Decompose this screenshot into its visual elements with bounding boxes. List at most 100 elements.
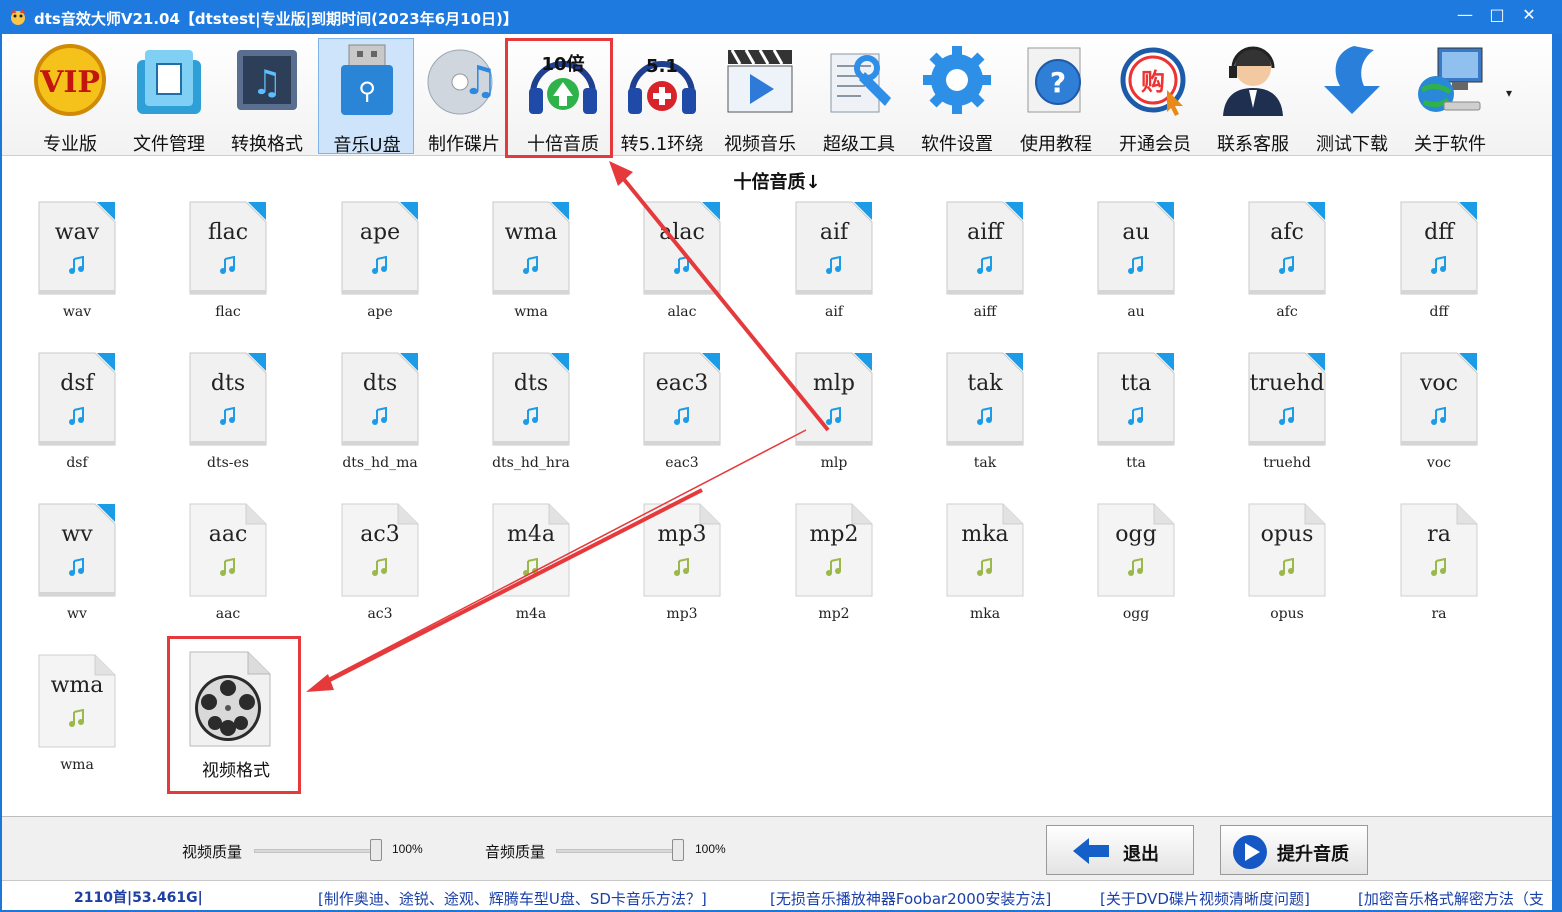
music-note-icon	[1128, 256, 1143, 274]
format-item-mp3[interactable]: mp3 mp3	[617, 502, 727, 642]
toolbar-item-download-arrow[interactable]: 测试下载	[1304, 38, 1400, 155]
format-item-voc[interactable]: voc voc	[1374, 351, 1484, 491]
video-quality-slider[interactable]	[370, 839, 382, 861]
format-item-dts_hd_ma[interactable]: dts dts_hd_ma	[315, 351, 425, 491]
format-item-mlp[interactable]: mlp mlp	[769, 351, 879, 491]
format-item-flac[interactable]: flac flac	[163, 200, 273, 340]
format-item-dsf[interactable]: dsf dsf	[12, 351, 122, 491]
format-item-dff[interactable]: dff dff	[1374, 200, 1484, 340]
svg-text:?: ?	[1050, 66, 1066, 99]
file-document-icon	[189, 352, 267, 446]
toolbar-item-usb-drive[interactable]: ⚲ 音乐U盘	[318, 38, 414, 156]
file-document-icon	[189, 201, 267, 295]
format-item-aac[interactable]: aac aac	[163, 502, 273, 642]
toolbar-item-tenx-quality[interactable]: 10倍 十倍音质	[515, 38, 611, 155]
format-item-mp2[interactable]: mp2 mp2	[769, 502, 879, 642]
toolbar-item-help[interactable]: ? 使用教程	[1008, 38, 1104, 155]
music-note-icon	[523, 256, 538, 274]
toolbar-item-super-tools[interactable]: 超级工具	[811, 38, 907, 155]
toolbar-item-label: 十倍音质	[527, 134, 599, 155]
status-link-dvd[interactable]: [关于DVD碟片视频清晰度问题]	[1100, 888, 1310, 909]
toolbar-item-folder[interactable]: 文件管理	[121, 38, 217, 155]
toolbar-item-cd-music[interactable]: ♫ 制作碟片	[416, 38, 512, 155]
format-item-ra[interactable]: ra ra	[1374, 502, 1484, 642]
format-label: truehd	[1263, 455, 1311, 471]
format-extension: m4a	[507, 522, 555, 547]
toolbar-item-vip[interactable]: VIP 专业版	[22, 38, 118, 155]
music-note-icon	[826, 256, 841, 274]
format-item-m4a[interactable]: m4a m4a	[466, 502, 576, 642]
toolbar-item-surround-51[interactable]: 5.1 转5.1环绕	[614, 38, 710, 155]
file-document-icon	[946, 503, 1024, 597]
format-item-wma[interactable]: wma wma	[466, 200, 576, 340]
toolbar-item-label: 转5.1环绕	[620, 134, 704, 155]
status-link-decrypt[interactable]: [加密音乐格式解密方法（支	[1358, 888, 1544, 909]
toolbar-item-music-convert[interactable]: ♫ 转换格式	[219, 38, 315, 155]
format-label: tak	[973, 455, 997, 471]
video-quality-label: 视频质量	[182, 843, 243, 861]
music-convert-icon: ♫	[237, 50, 297, 110]
music-note-icon	[1128, 407, 1143, 425]
status-link-car-usb[interactable]: [制作奥迪、途锐、途观、辉腾车型U盘、SD卡音乐方法？]	[318, 888, 707, 909]
format-item-eac3[interactable]: eac3 eac3	[617, 351, 727, 491]
format-extension: aac	[208, 522, 248, 547]
computer-globe-icon	[1418, 47, 1483, 112]
format-item-dts-es[interactable]: dts dts-es	[163, 351, 273, 491]
music-note-icon	[69, 256, 84, 274]
boost-quality-button[interactable]: 提升音质	[1220, 825, 1368, 875]
exit-button[interactable]: 退出	[1046, 825, 1194, 875]
music-note-icon	[674, 407, 689, 425]
music-note-icon	[1279, 256, 1294, 274]
music-note-icon	[1279, 407, 1294, 425]
super-tools-icon	[830, 53, 891, 113]
format-item-opus[interactable]: opus opus	[1222, 502, 1332, 642]
format-label: mka	[969, 606, 1001, 622]
format-label: afc	[1276, 304, 1298, 320]
format-item-mka[interactable]: mka mka	[920, 502, 1030, 642]
toolbar-more-chevron-icon[interactable]: ▾	[1506, 86, 1522, 102]
format-item-aiff[interactable]: aiff aiff	[920, 200, 1030, 340]
svg-text:5.1: 5.1	[646, 56, 678, 77]
play-circle-icon	[1233, 835, 1267, 869]
toolbar-item-video-clapper[interactable]: 视频音乐	[712, 38, 808, 155]
format-extension: mlp	[813, 371, 855, 396]
format-label: aif	[824, 304, 843, 320]
format-item-wma[interactable]: wma wma	[12, 653, 122, 793]
file-document-icon	[643, 201, 721, 295]
video-format-item[interactable]: 视频格式	[170, 636, 302, 794]
format-label: dts_hd_ma	[342, 455, 418, 471]
format-extension: dsf	[60, 371, 94, 396]
format-label: ogg	[1122, 606, 1150, 622]
format-item-wav[interactable]: wav wav	[12, 200, 122, 340]
format-item-ac3[interactable]: ac3 ac3	[315, 502, 425, 642]
format-label: wma	[514, 304, 548, 320]
toolbar-item-gear[interactable]: 软件设置	[909, 38, 1005, 155]
library-count: 2110首|53.461G|	[74, 890, 203, 906]
format-item-ape[interactable]: ape ape	[315, 200, 425, 340]
file-document-icon	[946, 201, 1024, 295]
format-item-alac[interactable]: alac alac	[617, 200, 727, 340]
format-item-tta[interactable]: tta tta	[1071, 351, 1181, 491]
format-label: tta	[1126, 455, 1146, 471]
status-link-foobar[interactable]: [无损音乐播放神器Foobar2000安装方法]	[770, 888, 1051, 909]
close-button[interactable]: ✕	[1514, 4, 1544, 26]
audio-quality-slider[interactable]	[672, 839, 684, 861]
maximize-button[interactable]: □	[1482, 4, 1512, 26]
format-item-aif[interactable]: aif aif	[769, 200, 879, 340]
minimize-button[interactable]: —	[1450, 4, 1480, 26]
folder-icon	[137, 50, 201, 114]
format-item-ogg[interactable]: ogg ogg	[1071, 502, 1181, 642]
toolbar-item-computer-globe[interactable]: 关于软件	[1402, 38, 1498, 155]
format-item-tak[interactable]: tak tak	[920, 351, 1030, 491]
toolbar-item-customer-service[interactable]: 联系客服	[1205, 38, 1301, 155]
video-format-label: 视频格式	[202, 761, 270, 781]
file-document-icon	[38, 201, 116, 295]
format-item-dts_hd_hra[interactable]: dts dts_hd_hra	[466, 351, 576, 491]
svg-text:购: 购	[1141, 68, 1165, 96]
toolbar-item-membership[interactable]: 购开通会员	[1107, 38, 1203, 155]
format-item-truehd[interactable]: truehd truehd	[1222, 351, 1332, 491]
format-item-au[interactable]: au au	[1071, 200, 1181, 340]
format-item-afc[interactable]: afc afc	[1222, 200, 1332, 340]
format-label: wav	[62, 304, 92, 320]
format-item-wv[interactable]: wv wv	[12, 502, 122, 642]
